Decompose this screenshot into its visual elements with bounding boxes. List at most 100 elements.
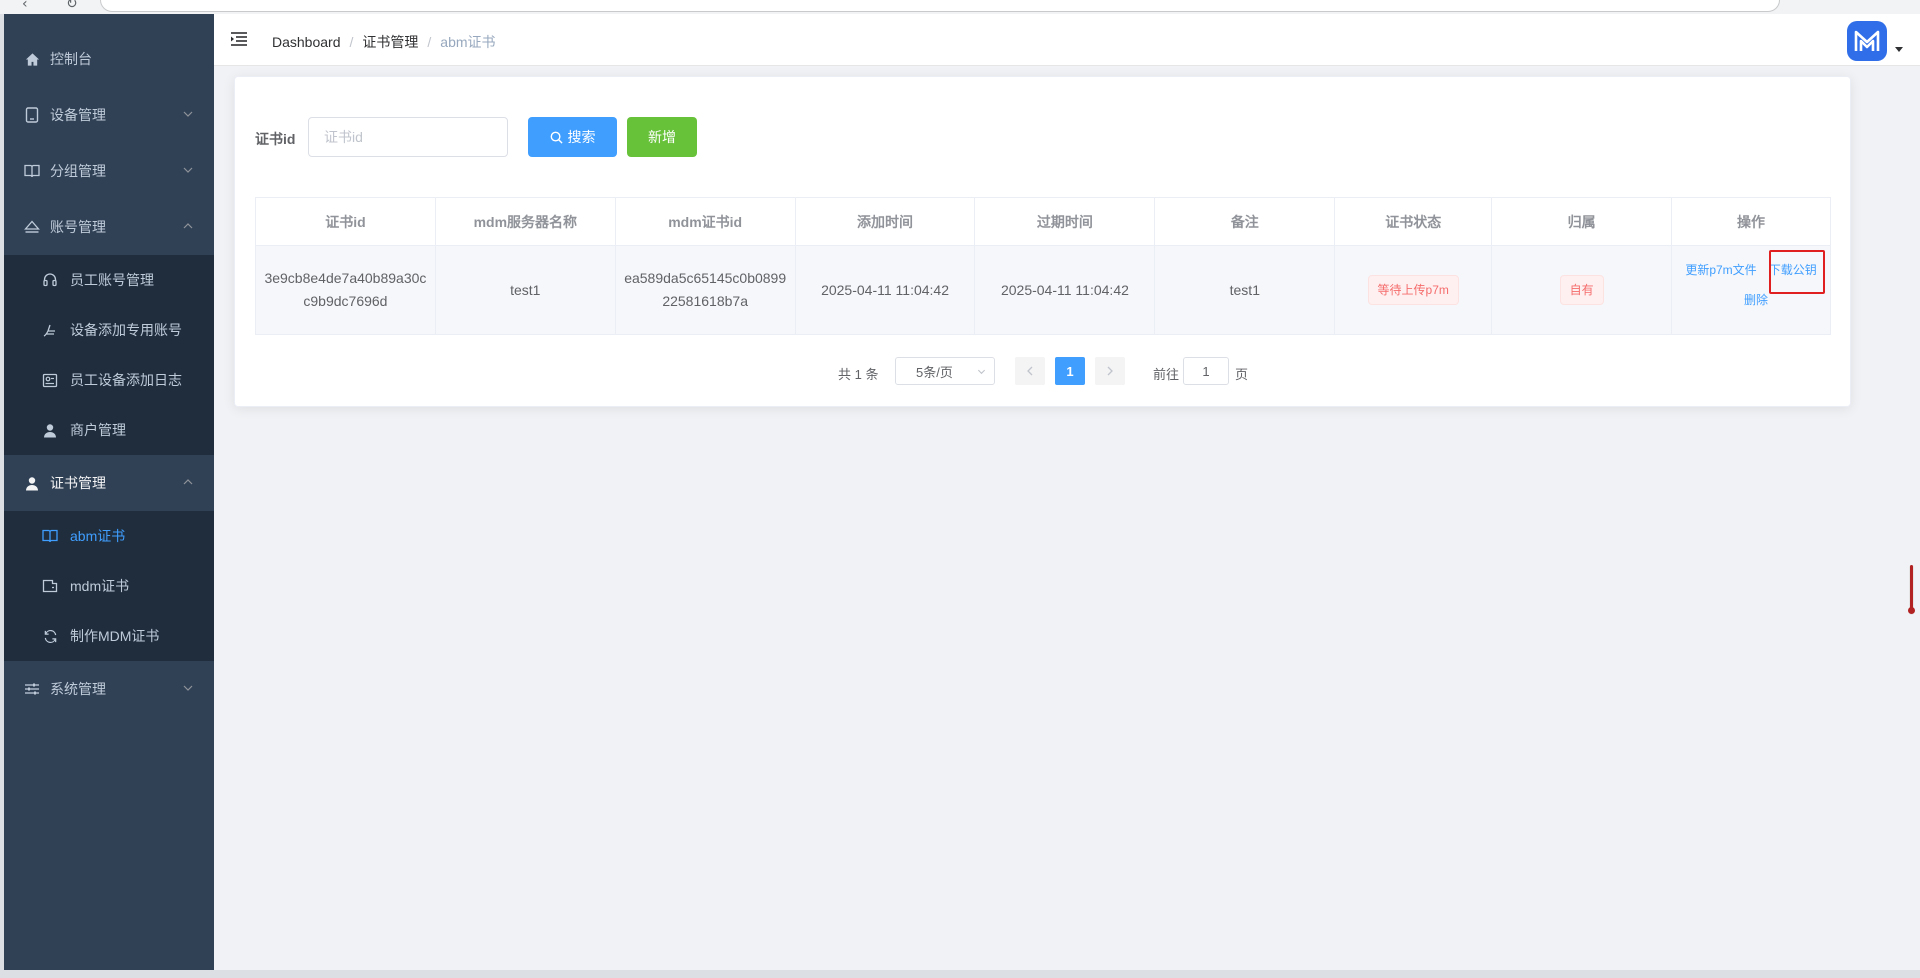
sidebar-item-dashboard[interactable]: 控制台 — [4, 31, 214, 87]
breadcrumb: Dashboard / 证书管理 / abm证书 — [272, 32, 496, 52]
side-scroll-indicator[interactable] — [1908, 565, 1915, 615]
chevron-up-icon — [183, 479, 193, 485]
breadcrumb-dashboard[interactable]: Dashboard — [272, 34, 341, 50]
sidebar-item-cert[interactable]: 证书管理 — [4, 455, 214, 511]
sidebar-item-label: 系统管理 — [50, 681, 106, 697]
sidebar-item-label: 商户管理 — [70, 422, 126, 438]
logo-icon — [1854, 30, 1880, 51]
book-icon — [24, 163, 40, 179]
sliders-icon — [24, 681, 40, 697]
breadcrumb-abm-cert: abm证书 — [440, 34, 496, 50]
col-header: 操作 — [1671, 197, 1831, 246]
sidebar-item-group[interactable]: 分组管理 — [4, 143, 214, 199]
col-header: 归属 — [1491, 197, 1673, 246]
breadcrumb-cert-management: 证书管理 — [362, 34, 419, 50]
chevron-up-icon — [183, 223, 193, 229]
cert-id-input[interactable] — [308, 117, 508, 157]
hamburger-icon[interactable] — [230, 30, 248, 48]
search-button-label: 搜索 — [567, 129, 596, 145]
search-button[interactable]: 搜索 — [528, 117, 617, 157]
page-suffix: 页 — [1235, 367, 1249, 382]
headset-icon — [42, 272, 58, 288]
sidebar-item-label: 证书管理 — [50, 475, 106, 491]
back-icon[interactable]: ‹ — [22, 0, 28, 12]
eject-icon — [24, 219, 40, 235]
refresh-icon — [42, 628, 58, 644]
sidebar-item-device-add-log[interactable]: 员工设备添加日志 — [4, 355, 214, 405]
next-page-button[interactable] — [1095, 357, 1125, 385]
id-card-icon — [42, 372, 58, 388]
owner-cell: 自有 — [1491, 245, 1673, 335]
sidebar-item-staff-account[interactable]: 员工账号管理 — [4, 255, 214, 305]
status-cell: 等待上传p7m — [1334, 245, 1493, 335]
chevron-down-icon — [183, 685, 193, 691]
sidebar-item-abm-cert[interactable]: abm证书 — [4, 511, 214, 561]
download-pubkey-link[interactable]: 下载公钥 — [1769, 259, 1817, 282]
page-number-button[interactable]: 1 — [1055, 357, 1085, 385]
sidebar: 控制台 设备管理 分组管理 账号管理 员工账号管理 设备添加专用账号 员工设备添… — [4, 14, 214, 970]
sidebar-item-system[interactable]: 系统管理 — [4, 661, 214, 717]
sidebar-item-account[interactable]: 账号管理 — [4, 199, 214, 255]
sidebar-item-device[interactable]: 设备管理 — [4, 87, 214, 143]
main-card: 证书id 搜索 新增 证书id mdm服务器名称 mdm证书id 添加时间 过期… — [234, 76, 1851, 407]
chevron-down-icon — [183, 111, 193, 117]
browser-toolbar: ‹ ↻ — [0, 0, 1920, 14]
sidebar-item-device-add-account[interactable]: 设备添加专用账号 — [4, 305, 214, 355]
breadcrumb-separator: / — [427, 34, 432, 50]
table-row: 3e9cb8e4de7a40b89a30cc9b9dc7696d test1 e… — [255, 245, 1831, 335]
scroll-dot — [1908, 607, 1915, 614]
total-count: 共 1 条 — [838, 367, 879, 382]
cert-table: 证书id mdm服务器名称 mdm证书id 添加时间 过期时间 备注 证书状态 … — [255, 197, 1831, 335]
pagination: 共 1 条 5条/页 1 前往 页 — [235, 357, 1852, 387]
book-icon — [42, 528, 58, 544]
cert-id-cell: 3e9cb8e4de7a40b89a30cc9b9dc7696d — [255, 245, 436, 335]
added-time-cell: 2025-04-11 11:04:42 — [794, 245, 976, 335]
sidebar-item-merchant[interactable]: 商户管理 — [4, 405, 214, 455]
note-cell: test1 — [1154, 245, 1336, 335]
chevron-right-icon — [1107, 366, 1113, 376]
col-header: 备注 — [1154, 197, 1336, 246]
col-header: 过期时间 — [974, 197, 1156, 246]
sidebar-item-label: 设备添加专用账号 — [70, 322, 182, 338]
sidebar-item-label: abm证书 — [70, 528, 126, 544]
chevron-left-icon — [1027, 366, 1033, 376]
device-icon — [24, 107, 40, 123]
actions-cell: 更新p7m文件 下载公钥 删除 — [1671, 245, 1831, 335]
avatar[interactable] — [1847, 21, 1887, 61]
goto-label: 前往 — [1153, 367, 1180, 382]
account-submenu: 员工账号管理 设备添加专用账号 员工设备添加日志 商户管理 — [4, 255, 214, 455]
col-header: 证书状态 — [1334, 197, 1493, 246]
goto-page-input[interactable] — [1183, 357, 1229, 385]
sidebar-item-label: mdm证书 — [70, 578, 130, 594]
expire-time-cell: 2025-04-11 11:04:42 — [974, 245, 1156, 335]
wallet-icon — [42, 578, 58, 594]
col-header: mdm服务器名称 — [434, 197, 616, 246]
sidebar-item-label: 员工设备添加日志 — [70, 372, 182, 388]
sidebar-item-mdm-cert[interactable]: mdm证书 — [4, 561, 214, 611]
add-button[interactable]: 新增 — [627, 117, 697, 157]
search-icon — [550, 131, 563, 144]
caret-down-icon[interactable] — [1894, 44, 1904, 54]
sidebar-item-label: 控制台 — [50, 51, 92, 67]
page-size-select[interactable]: 5条/页 — [895, 357, 995, 385]
scroll-bar — [1910, 565, 1913, 611]
chevron-down-icon — [977, 369, 986, 375]
person-icon — [42, 422, 58, 438]
chevron-down-icon — [183, 167, 193, 173]
sidebar-item-label: 员工账号管理 — [70, 272, 154, 288]
delete-link[interactable]: 删除 — [1744, 293, 1768, 307]
status-badge: 等待上传p7m — [1367, 275, 1459, 305]
update-p7m-link[interactable]: 更新p7m文件 — [1685, 259, 1756, 282]
sidebar-item-label: 分组管理 — [50, 163, 106, 179]
reload-icon[interactable]: ↻ — [66, 0, 78, 12]
server-name-cell: test1 — [434, 245, 616, 335]
prev-page-button[interactable] — [1015, 357, 1045, 385]
col-header: mdm证书id — [614, 197, 796, 246]
col-header: 证书id — [255, 197, 436, 246]
hand-icon — [42, 322, 58, 338]
sidebar-item-make-mdm-cert[interactable]: 制作MDM证书 — [4, 611, 214, 661]
navbar: Dashboard / 证书管理 / abm证书 — [214, 14, 1920, 66]
address-bar[interactable] — [100, 0, 1780, 12]
owner-badge: 自有 — [1559, 275, 1604, 305]
page-size-value: 5条/页 — [916, 364, 953, 380]
